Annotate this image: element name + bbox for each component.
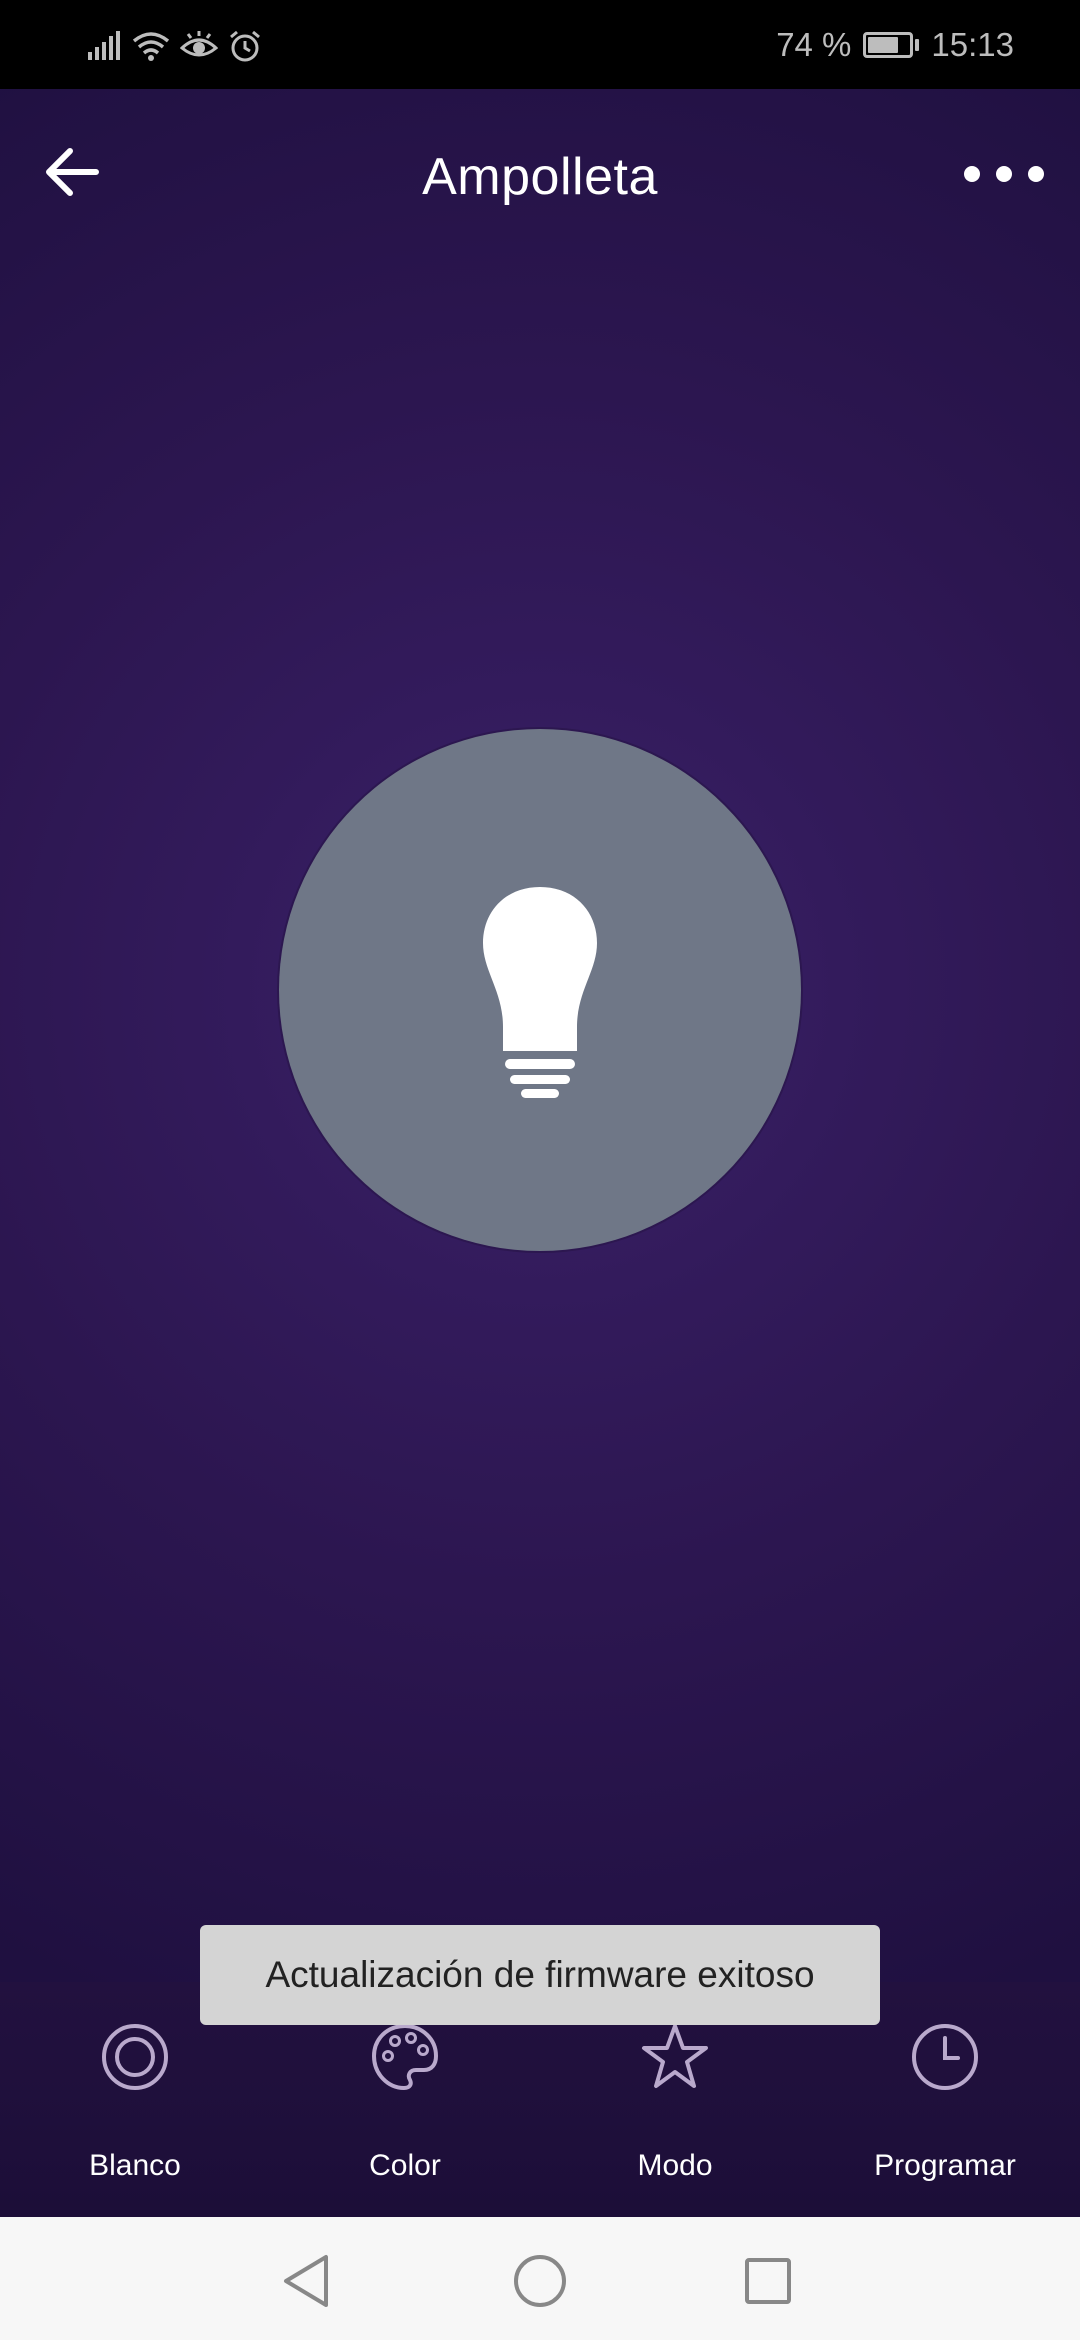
toast-message: Actualización de firmware exitoso [200, 1925, 880, 2025]
star-icon [642, 2024, 708, 2088]
status-bar: 74 % 15:13 [0, 0, 1080, 89]
system-navigation-bar [0, 2217, 1080, 2340]
tab-label: Color [369, 2149, 441, 2182]
app-screen: Ampolleta [0, 89, 1080, 2217]
bulb-power-button[interactable] [279, 729, 801, 1251]
more-button[interactable] [964, 159, 1044, 189]
wifi-icon [132, 30, 170, 62]
tab-label: Programar [874, 2149, 1016, 2182]
lightbulb-icon [483, 887, 597, 1098]
battery-icon [863, 32, 920, 58]
page-title: Ampolleta [422, 148, 658, 206]
nav-back-icon [284, 2255, 328, 2307]
nav-recents-icon [745, 2258, 791, 2304]
eye-comfort-icon [180, 30, 218, 62]
tab-label: Blanco [89, 2149, 181, 2182]
clock-icon [912, 2024, 978, 2090]
nav-home-button[interactable] [500, 2241, 580, 2321]
nav-home-icon [514, 2255, 566, 2307]
clock-time: 15:13 [931, 26, 1014, 63]
more-dots-icon [964, 166, 980, 182]
palette-icon [371, 2023, 439, 2091]
header: Ampolleta [0, 89, 1080, 259]
alarm-icon [228, 29, 262, 63]
status-right: 74 % 15:13 [776, 22, 1014, 68]
tab-label: Modo [637, 2149, 713, 2182]
ring-icon [102, 2024, 168, 2090]
nav-back-button[interactable] [268, 2241, 348, 2321]
signal-icon [86, 30, 122, 62]
status-icons [86, 26, 262, 66]
battery-percent: 74 % [776, 26, 852, 63]
nav-recents-button[interactable] [728, 2241, 808, 2321]
